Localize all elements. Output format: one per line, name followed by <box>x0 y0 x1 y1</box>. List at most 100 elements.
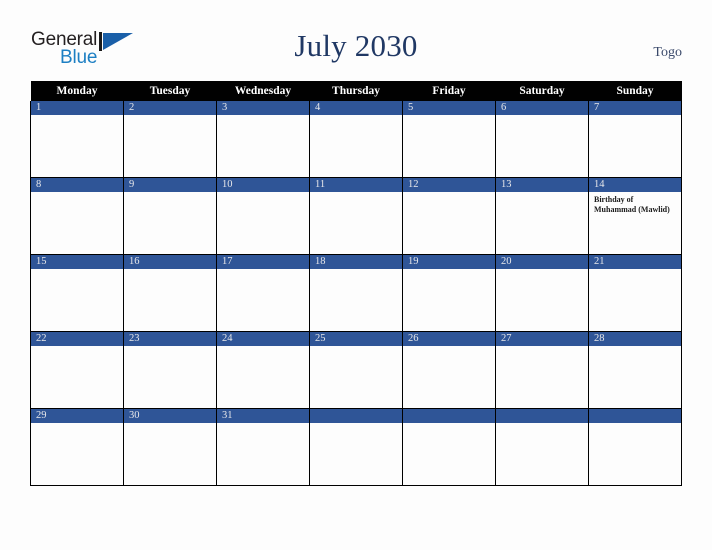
day-number: 10 <box>217 178 309 192</box>
day-number: 23 <box>124 332 216 346</box>
calendar-day-cell[interactable]: 26 <box>402 331 496 409</box>
day-number: 26 <box>403 332 495 346</box>
calendar-day-cell[interactable]: 10 <box>216 177 310 255</box>
calendar-empty-cell[interactable] <box>588 408 682 486</box>
day-number: 28 <box>589 332 681 346</box>
weekday-header-saturday: Saturday <box>495 81 589 101</box>
day-number: 15 <box>31 255 123 269</box>
day-number: 1 <box>31 101 123 115</box>
day-cell-inner: 23 <box>124 332 216 408</box>
day-number <box>589 409 681 423</box>
calendar-day-cell[interactable]: 11 <box>309 177 403 255</box>
day-cell-inner: 27 <box>496 332 588 408</box>
weekday-header-row: Monday Tuesday Wednesday Thursday Friday Satu… <box>30 81 682 101</box>
calendar-day-cell[interactable]: 19 <box>402 254 496 332</box>
calendar-body: 1 2 3 4 5 6 7 8 9 10 11 12 13 14 Birthday of Muhammad … <box>30 101 682 486</box>
calendar-week-row: 1234567 <box>30 101 682 178</box>
calendar-day-cell[interactable]: 30 <box>123 408 217 486</box>
day-cell-inner: 28 <box>589 332 681 408</box>
day-cell-inner: 1 <box>31 101 123 177</box>
calendar-day-cell[interactable]: 15 <box>30 254 124 332</box>
calendar-day-cell[interactable]: 27 <box>495 331 589 409</box>
day-number: 22 <box>31 332 123 346</box>
day-number: 30 <box>124 409 216 423</box>
weekday-header-thursday: Thursday <box>309 81 403 101</box>
calendar-day-cell[interactable]: 16 <box>123 254 217 332</box>
day-cell-inner: 25 <box>310 332 402 408</box>
weekday-header-monday: Monday <box>30 81 124 101</box>
weekday-header-tuesday: Tuesday <box>123 81 217 101</box>
day-number: 29 <box>31 409 123 423</box>
calendar-day-cell[interactable]: 1 <box>30 101 124 178</box>
weekday-header-friday: Friday <box>402 81 496 101</box>
calendar-day-cell[interactable]: 20 <box>495 254 589 332</box>
day-cell-inner: 30 <box>124 409 216 485</box>
calendar-day-cell[interactable]: 13 <box>495 177 589 255</box>
day-number: 27 <box>496 332 588 346</box>
day-cell-inner: 29 <box>31 409 123 485</box>
day-cell-inner: 26 <box>403 332 495 408</box>
day-cell-inner: 2 <box>124 101 216 177</box>
day-cell-inner: 4 <box>310 101 402 177</box>
calendar-day-cell[interactable]: 7 <box>588 101 682 178</box>
calendar-page: General Blue July 2030 Togo Monday Tuesda… <box>0 0 712 550</box>
calendar-day-cell[interactable]: 6 <box>495 101 589 178</box>
day-cell-inner: 7 <box>589 101 681 177</box>
calendar-day-cell[interactable]: 5 <box>402 101 496 178</box>
day-number: 16 <box>124 255 216 269</box>
calendar-day-cell[interactable]: 3 <box>216 101 310 178</box>
calendar-week-row: 15 16 17 18 19 20 21 <box>30 254 682 332</box>
day-number: 19 <box>403 255 495 269</box>
calendar-week-row: 29 30 31 <box>30 408 682 486</box>
day-cell-inner: 11 <box>310 178 402 254</box>
calendar-empty-cell[interactable] <box>402 408 496 486</box>
day-cell-inner: 8 <box>31 178 123 254</box>
day-number: 13 <box>496 178 588 192</box>
day-number: 20 <box>496 255 588 269</box>
day-number: 9 <box>124 178 216 192</box>
calendar-day-cell[interactable]: 8 <box>30 177 124 255</box>
day-number: 5 <box>403 101 495 115</box>
day-cell-inner: 20 <box>496 255 588 331</box>
calendar-day-cell[interactable]: 21 <box>588 254 682 332</box>
page-header: General Blue July 2030 Togo <box>0 0 712 81</box>
day-number: 3 <box>217 101 309 115</box>
calendar-day-cell[interactable]: 14 Birthday of Muhammad (Mawlid) <box>588 177 682 255</box>
day-number: 8 <box>31 178 123 192</box>
calendar-day-cell[interactable]: 12 <box>402 177 496 255</box>
day-cell-inner: 14 Birthday of Muhammad (Mawlid) <box>589 178 681 254</box>
day-number: 2 <box>124 101 216 115</box>
calendar-day-cell[interactable]: 28 <box>588 331 682 409</box>
calendar-day-cell[interactable]: 17 <box>216 254 310 332</box>
day-number: 6 <box>496 101 588 115</box>
holiday-event: Birthday of Muhammad (Mawlid) <box>594 195 670 214</box>
calendar-day-cell[interactable]: 29 <box>30 408 124 486</box>
calendar-day-cell[interactable]: 9 <box>123 177 217 255</box>
calendar-table: Monday Tuesday Wednesday Thursday Friday Satu… <box>30 81 682 486</box>
day-cell-inner <box>403 409 495 485</box>
day-number <box>496 409 588 423</box>
calendar-day-cell[interactable]: 18 <box>309 254 403 332</box>
day-cell-inner: 10 <box>217 178 309 254</box>
day-events: Birthday of Muhammad (Mawlid) <box>589 192 681 214</box>
calendar-day-cell[interactable]: 4 <box>309 101 403 178</box>
calendar-day-cell[interactable]: 23 <box>123 331 217 409</box>
day-number: 17 <box>217 255 309 269</box>
day-cell-inner: 16 <box>124 255 216 331</box>
day-cell-inner: 13 <box>496 178 588 254</box>
calendar-day-cell[interactable]: 22 <box>30 331 124 409</box>
calendar-day-cell[interactable]: 24 <box>216 331 310 409</box>
day-cell-inner: 9 <box>124 178 216 254</box>
day-cell-inner: 5 <box>403 101 495 177</box>
calendar-day-cell[interactable]: 25 <box>309 331 403 409</box>
calendar-day-cell[interactable]: 31 <box>216 408 310 486</box>
day-cell-inner: 15 <box>31 255 123 331</box>
day-number <box>403 409 495 423</box>
calendar-day-cell[interactable]: 2 <box>123 101 217 178</box>
day-cell-inner: 17 <box>217 255 309 331</box>
calendar-empty-cell[interactable] <box>495 408 589 486</box>
country-label: Togo <box>653 45 682 60</box>
day-cell-inner <box>496 409 588 485</box>
day-cell-inner: 21 <box>589 255 681 331</box>
calendar-empty-cell[interactable] <box>309 408 403 486</box>
